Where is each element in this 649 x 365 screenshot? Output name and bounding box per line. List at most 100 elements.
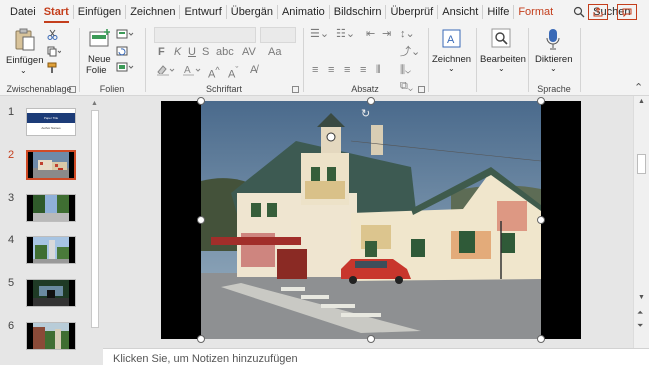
slide-thumbnail-1[interactable]: Paper Title Author Names <box>26 108 76 136</box>
slide-thumbnail-5[interactable] <box>26 279 76 307</box>
new-slide-button-line1[interactable]: Neue <box>88 54 111 65</box>
scroll-up-icon[interactable]: ▲ <box>91 100 98 107</box>
clear-formatting-icon[interactable]: A̸ <box>250 64 257 76</box>
paste-button[interactable]: Einfügen <box>6 55 44 66</box>
font-family-dropdown[interactable] <box>154 27 256 43</box>
group-label-clipboard: Zwischenablage <box>6 84 72 94</box>
scroll-up-icon[interactable]: ▲ <box>638 98 645 105</box>
search-replace-icon[interactable] <box>491 28 511 48</box>
tab-ansicht[interactable]: Ansicht <box>438 0 482 24</box>
underline-button[interactable]: U <box>188 46 196 58</box>
slide-thumbnail-pane: 1 Paper Title Author Names 2 3 4 5 6 <box>0 96 103 365</box>
tab-hilfe[interactable]: Hilfe <box>483 0 513 24</box>
highlight-icon[interactable] <box>156 64 176 76</box>
slide-number: 6 <box>8 320 15 332</box>
chevron-down-icon[interactable]: ⌄ <box>20 66 27 75</box>
char-spacing-icon[interactable]: AV <box>242 46 256 58</box>
decrease-indent-icon[interactable]: ⇤ <box>366 28 375 40</box>
microphone-icon[interactable] <box>546 28 560 50</box>
text-direction-icon[interactable]: ⤴⌄ <box>400 46 420 58</box>
slide-thumbnail-6[interactable] <box>26 322 76 350</box>
tab-datei[interactable]: Datei <box>6 0 40 24</box>
reset-icon[interactable] <box>116 46 128 56</box>
previous-slide-icon[interactable]: ⏶ <box>637 308 643 318</box>
group-voice: Diktieren ⌄ Sprache <box>529 24 579 96</box>
search-icon <box>573 6 585 18</box>
comments-button[interactable] <box>617 4 637 20</box>
tab-ueberpruefen[interactable]: Überprüf <box>386 0 437 24</box>
clipboard-launcher-icon[interactable] <box>69 86 76 93</box>
shadow-button[interactable]: S <box>202 46 209 58</box>
align-text-icon[interactable]: ⫼⌄ <box>400 64 411 76</box>
new-slide-icon[interactable] <box>88 28 112 50</box>
shrink-font-icon[interactable]: Aˇ <box>228 64 238 81</box>
bold-button[interactable]: F <box>158 46 165 58</box>
scrollbar-thumb[interactable] <box>91 110 99 328</box>
tab-zeichnen[interactable]: Zeichnen <box>126 0 179 24</box>
scrollbar-thumb[interactable] <box>637 154 646 174</box>
tab-start[interactable]: Start <box>40 0 73 24</box>
italic-button[interactable]: K <box>174 46 181 58</box>
numbering-icon[interactable]: ☷⌄ <box>336 28 355 40</box>
line-spacing-icon[interactable]: ↕⌄ <box>400 28 415 40</box>
ribbon-collapse-icon[interactable]: ⌃ <box>634 82 643 94</box>
align-center-icon[interactable]: ≡ <box>328 64 334 76</box>
next-slide-icon[interactable]: ⏷ <box>637 321 643 331</box>
comment-icon <box>622 8 632 17</box>
paragraph-launcher-icon[interactable] <box>418 86 425 93</box>
rotate-handle-icon[interactable]: ↻ <box>361 107 370 120</box>
tab-entwurf[interactable]: Entwurf <box>180 0 225 24</box>
section-icon[interactable] <box>116 62 134 72</box>
slide-thumbnail-4[interactable] <box>26 236 76 264</box>
resize-handle-right[interactable] <box>537 216 545 224</box>
thumb-title: Paper Title <box>43 116 59 120</box>
group-slides: Neue Folie Folien <box>80 24 144 96</box>
slide-thumbnail-2[interactable] <box>26 150 76 180</box>
editor-scrollbar[interactable]: ▲ ▼ ⏶ ⏷ <box>633 96 649 348</box>
change-case-icon[interactable]: Aa <box>268 46 281 58</box>
resize-handle-bottom-right[interactable] <box>537 335 545 343</box>
grow-font-icon[interactable]: A^ <box>208 64 220 81</box>
group-clipboard: Einfügen ⌄ Zwischenablage <box>0 24 78 96</box>
format-painter-icon[interactable] <box>47 62 58 74</box>
bullets-icon[interactable]: ☰⌄ <box>310 28 329 40</box>
resize-handle-left[interactable] <box>197 216 205 224</box>
notes-pane[interactable]: Klicken Sie, um Notizen hinzuzufügen <box>103 348 649 365</box>
align-right-icon[interactable]: ≡ <box>344 64 350 76</box>
increase-indent-icon[interactable]: ⇥ <box>382 28 391 40</box>
thumbnail-scrollbar[interactable]: ▲ <box>90 100 100 365</box>
layout-icon[interactable] <box>116 29 134 39</box>
tab-animationen[interactable]: Animatio <box>278 0 329 24</box>
resize-handle-top-left[interactable] <box>197 97 205 105</box>
tab-einfuegen[interactable]: Einfügen <box>74 0 125 24</box>
drawing-icon[interactable]: A <box>441 28 463 50</box>
new-slide-button-line2[interactable]: Folie <box>86 65 107 76</box>
font-launcher-icon[interactable] <box>292 86 299 93</box>
share-button[interactable] <box>588 4 608 20</box>
paste-icon[interactable] <box>14 28 36 52</box>
chevron-down-icon[interactable]: ⌄ <box>498 64 505 73</box>
group-font: F K U S abc AV Aa A A^ Aˇ A̸ Schriftart <box>146 24 302 96</box>
scroll-down-icon[interactable]: ▼ <box>638 294 645 301</box>
chevron-down-icon[interactable]: ⌄ <box>550 64 557 73</box>
resize-handle-top-right[interactable] <box>537 97 545 105</box>
strikethrough-icon[interactable]: abc <box>216 46 234 58</box>
copy-icon[interactable] <box>47 46 61 57</box>
font-color-icon[interactable]: A <box>182 64 202 76</box>
resize-handle-bottom[interactable] <box>367 335 375 343</box>
tab-format[interactable]: Format <box>514 0 557 24</box>
selected-picture[interactable] <box>201 101 541 339</box>
tab-uebergaenge[interactable]: Übergän <box>227 0 277 24</box>
align-left-icon[interactable]: ≡ <box>312 64 318 76</box>
font-size-dropdown[interactable] <box>260 27 296 43</box>
svg-text:A: A <box>447 34 455 46</box>
tab-bildschirmpraesentation[interactable]: Bildschirn <box>330 0 386 24</box>
slide-thumbnail-3[interactable] <box>26 194 76 222</box>
cut-icon[interactable] <box>47 29 58 40</box>
thumb-subtitle: Author Names <box>41 126 61 130</box>
resize-handle-bottom-left[interactable] <box>197 335 205 343</box>
resize-handle-top[interactable] <box>367 97 375 105</box>
chevron-down-icon[interactable]: ⌄ <box>448 64 455 73</box>
justify-icon[interactable]: ≡ <box>360 64 366 76</box>
columns-icon[interactable]: ⫴ <box>376 64 381 76</box>
